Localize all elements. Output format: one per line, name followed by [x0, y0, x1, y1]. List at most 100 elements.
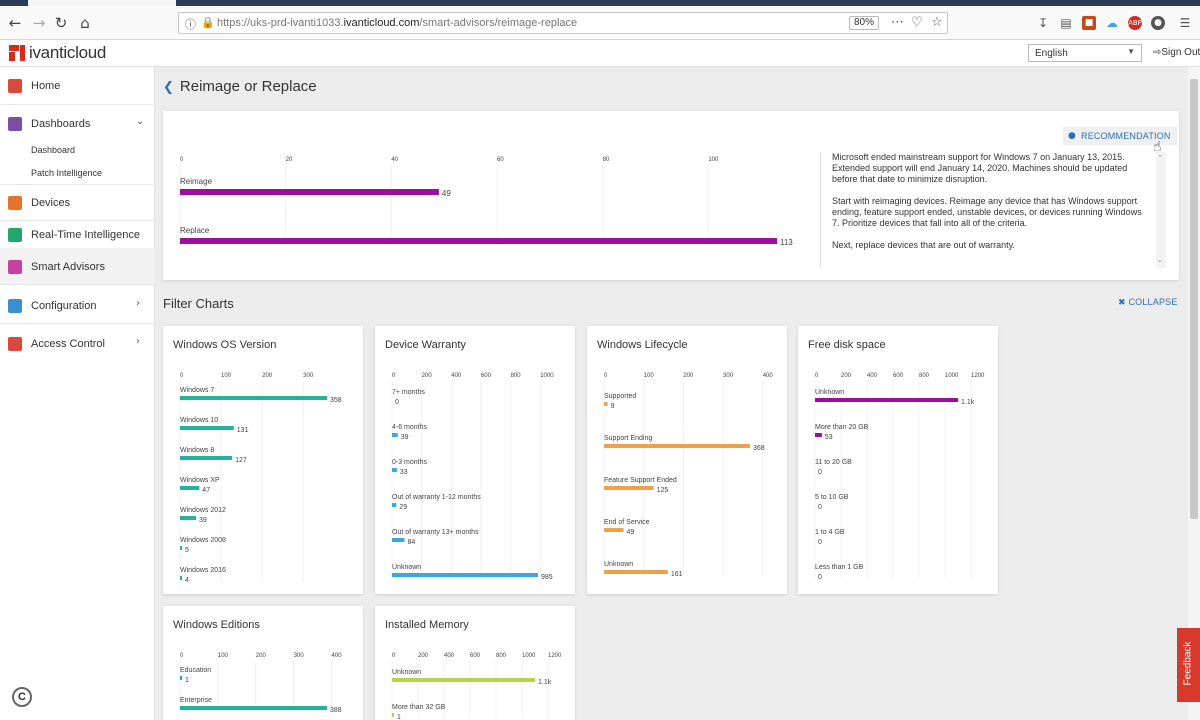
chart-card-editions[interactable]: Windows Editions 0 100 200 300 400 Education 1… — [163, 606, 363, 720]
axis-tick-label: 100 — [708, 157, 719, 163]
category-label: 0-3 months — [392, 459, 428, 466]
chart-card-os[interactable]: Windows OS Version 0 100 200 300 Windows 7 35… — [163, 326, 363, 594]
info-icon[interactable]: ⓘ — [185, 16, 196, 32]
account-icon[interactable]: ● — [1151, 16, 1165, 30]
sidebar-item-devices[interactable]: Devices — [0, 184, 155, 220]
sidebar-item-label: Configuration — [31, 300, 97, 312]
bookmark-star-icon[interactable]: ☆ — [931, 15, 943, 30]
scroll-up-icon[interactable]: ⌃ — [1157, 154, 1163, 162]
library-icon[interactable]: ▤ — [1059, 16, 1073, 30]
sidebar-subitem-dashboard[interactable]: Dashboard — [31, 145, 75, 155]
bar — [180, 676, 182, 680]
axis-tick-label: 300 — [303, 373, 314, 379]
bar — [604, 444, 750, 448]
category-label: Out of warranty 1-12 months — [392, 494, 481, 501]
lock-icon: 🔒 — [201, 16, 215, 29]
sidebar-item-label: Access Control — [31, 338, 105, 350]
category-label: Windows 2008 — [180, 537, 226, 544]
data-label: 368 — [753, 445, 765, 452]
axis-tick-label: 400 — [332, 653, 343, 659]
adblock-icon[interactable]: ABP — [1128, 16, 1142, 30]
forward-icon[interactable]: → — [30, 14, 48, 32]
bar — [180, 426, 234, 430]
scrollbar-thumb[interactable] — [1190, 79, 1198, 519]
recommendation-paragraph: Start with reimaging devices. Reimage an… — [832, 196, 1142, 228]
bar — [392, 678, 535, 682]
collapse-button[interactable]: ✖ COLLAPSE — [1118, 297, 1178, 308]
data-label: 1.1k — [538, 679, 552, 686]
page-scrollbar[interactable] — [1188, 67, 1200, 720]
browser-toolbar: ← → ↻ ⌂ ⓘ 🔒 https://uks-prd-ivanti1033.i… — [0, 6, 1200, 40]
data-label: 39 — [401, 434, 409, 441]
chart-card-disk[interactable]: Free disk space 0 200 400 600 800 1000 1200 Unk… — [798, 326, 998, 594]
dashboard-icon — [8, 117, 22, 131]
sidebar-item-home[interactable]: Home — [0, 67, 155, 103]
data-label: 131 — [237, 427, 249, 434]
divider — [820, 152, 821, 268]
chart-card-lifecycle[interactable]: Windows Lifecycle 0 100 200 300 400 Supported… — [587, 326, 787, 594]
logo-text: ivanticloud — [29, 43, 107, 62]
category-label: Unknown — [392, 564, 421, 571]
recommendation-scrollbar[interactable]: ⌃ ⌄ — [1156, 152, 1166, 268]
chart-card-memory[interactable]: Installed Memory 0 200 400 600 800 1000 1200 Un… — [375, 606, 575, 720]
sidebar-item-smart-advisors[interactable]: Smart Advisors — [0, 248, 155, 284]
bar — [392, 538, 405, 542]
bar — [392, 468, 397, 472]
chart-card-warranty[interactable]: Device Warranty 0 200 400 600 800 1000 7+ mont… — [375, 326, 575, 594]
axis-tick-label: 400 — [867, 373, 878, 379]
language-select[interactable]: English ▼ — [1028, 44, 1142, 62]
axis-tick-label: 40 — [391, 157, 398, 163]
feedback-button[interactable]: Feedback — [1177, 628, 1200, 702]
category-label: Reimage — [180, 177, 213, 186]
pocket-icon[interactable]: ♡ — [911, 15, 923, 30]
filter-charts-title: Filter Charts — [163, 296, 234, 311]
category-label: Out of warranty 13+ months — [392, 529, 479, 536]
download-icon[interactable]: ↧ — [1036, 16, 1050, 30]
page-title: ❮ Reimage or Replace — [163, 78, 317, 95]
axis-tick-label: 600 — [481, 373, 492, 379]
category-label: Windows XP — [180, 477, 220, 484]
data-label: 0 — [818, 574, 822, 581]
sidebar-item-realtime[interactable]: Real-Time Intelligence — [0, 216, 155, 252]
extension-icon[interactable]: ■ — [1082, 16, 1096, 30]
back-chevron-icon[interactable]: ❮ — [163, 80, 174, 95]
home-icon[interactable]: ⌂ — [76, 14, 94, 32]
sidebar-subitem-patch-intelligence[interactable]: Patch Intelligence — [31, 168, 102, 178]
sidebar-item-access-control[interactable]: Access Control › — [0, 325, 155, 361]
category-label: Unknown — [815, 389, 844, 396]
axis-tick-label: 400 — [763, 373, 774, 379]
bar — [180, 516, 197, 520]
feedback-label: Feedback — [1182, 641, 1194, 686]
chevron-right-icon: › — [136, 298, 140, 309]
more-icon[interactable]: ⋯ — [891, 15, 904, 30]
cloud-extension-icon[interactable]: ☁ — [1105, 16, 1119, 30]
copyright-icon[interactable]: C — [12, 687, 32, 707]
axis-tick-label: 100 — [218, 653, 229, 659]
zoom-level[interactable]: 80% — [849, 16, 880, 30]
data-label: 127 — [235, 457, 247, 464]
data-label: 0 — [818, 539, 822, 546]
access-control-icon — [8, 337, 22, 351]
data-label: 125 — [657, 487, 669, 494]
back-icon[interactable]: ← — [6, 14, 24, 32]
bar — [180, 396, 327, 400]
menu-icon[interactable]: ☰ — [1178, 16, 1192, 30]
scroll-down-icon[interactable]: ⌄ — [1157, 256, 1163, 264]
data-label: 1.1k — [961, 399, 975, 406]
sidebar-item-label: Smart Advisors — [31, 261, 105, 273]
axis-tick-label: 800 — [511, 373, 522, 379]
category-label: More than 20 GB — [815, 424, 869, 431]
axis-tick-label: 200 — [422, 373, 433, 379]
address-bar[interactable]: ⓘ 🔒 https://uks-prd-ivanti1033.ivanticlo… — [178, 12, 948, 34]
sidebar-item-dashboards[interactable]: Dashboards ⌄ — [0, 105, 155, 141]
devices-icon — [8, 196, 22, 210]
category-label: Windows 8 — [180, 447, 214, 454]
recommendation-paragraph: Next, replace devices that are out of wa… — [832, 240, 1015, 250]
sign-out-link[interactable]: ⇨Sign Out — [1153, 47, 1200, 58]
reload-icon[interactable]: ↻ — [52, 14, 70, 32]
data-label: 985 — [541, 574, 553, 581]
editions-chart: 0 100 200 300 400 Education 1 Enterprise 388 — [179, 653, 343, 714]
sidebar-item-configuration[interactable]: Configuration › — [0, 287, 155, 323]
category-label: Windows 2012 — [180, 507, 226, 514]
smart-advisor-icon — [8, 260, 22, 274]
